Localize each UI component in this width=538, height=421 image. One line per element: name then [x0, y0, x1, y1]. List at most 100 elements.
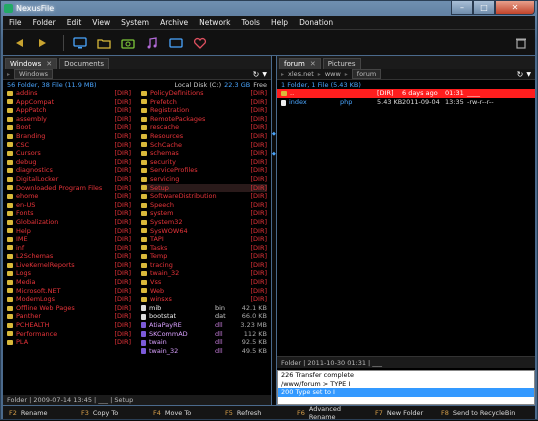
list-item[interactable]: AtiaPayRE dll 3.23 MB: [141, 321, 267, 330]
list-item[interactable]: schemas [DIR]: [141, 149, 267, 158]
list-item[interactable]: inf [DIR]: [7, 244, 131, 253]
maximize-button[interactable]: □: [473, 1, 495, 15]
close-tab-icon[interactable]: ✕: [46, 60, 52, 68]
camera-icon[interactable]: [120, 36, 136, 50]
list-item[interactable]: Web [DIR]: [141, 287, 267, 296]
screen-icon[interactable]: [168, 36, 184, 50]
tab-documents[interactable]: Documents: [59, 58, 110, 69]
list-item[interactable]: Downloaded Program Files [DIR]: [7, 184, 131, 193]
menu-item-file[interactable]: File: [9, 18, 22, 27]
list-item[interactable]: ServiceProfiles [DIR]: [141, 166, 267, 175]
list-item[interactable]: rescache [DIR]: [141, 123, 267, 132]
list-item[interactable]: Microsoft.NET [DIR]: [7, 287, 131, 296]
dropdown-icon[interactable]: ▼: [262, 71, 267, 78]
menu-item-folder[interactable]: Folder: [33, 18, 56, 27]
list-item[interactable]: PolicyDefinitions [DIR]: [141, 89, 267, 98]
tab-forum[interactable]: forum ✕: [279, 58, 321, 69]
list-item[interactable]: Panther [DIR]: [7, 312, 131, 321]
list-item[interactable]: Tasks [DIR]: [141, 244, 267, 253]
tab-windows[interactable]: Windows ✕: [5, 58, 58, 69]
list-item[interactable]: ModemLogs [DIR]: [7, 295, 131, 304]
fkey-f8-button[interactable]: F8 Send to RecycleBin: [435, 409, 525, 417]
list-item[interactable]: Prefetch [DIR]: [141, 98, 267, 107]
list-item[interactable]: twain_32 dll 49.5 KB: [141, 347, 267, 356]
refresh-icon[interactable]: ↻: [253, 70, 260, 79]
dropdown-icon[interactable]: ▼: [526, 71, 531, 78]
list-item[interactable]: Performance [DIR]: [7, 330, 131, 339]
close-tab-icon[interactable]: ✕: [310, 60, 316, 68]
list-item[interactable]: twain dll 92.5 KB: [141, 338, 267, 347]
menu-item-donation[interactable]: Donation: [299, 18, 333, 27]
list-item[interactable]: Branding [DIR]: [7, 132, 131, 141]
list-item[interactable]: Logs [DIR]: [7, 269, 131, 278]
list-item[interactable]: .. [DIR] 6 days ago 01:31 ____: [277, 89, 535, 98]
list-item[interactable]: SKCommAD dll 112 KB: [141, 330, 267, 339]
list-item[interactable]: ehome [DIR]: [7, 192, 131, 201]
list-item[interactable]: Temp [DIR]: [141, 252, 267, 261]
breadcrumb-segment[interactable]: forum: [351, 69, 382, 79]
list-item[interactable]: LiveKernelReports [DIR]: [7, 261, 131, 270]
list-item[interactable]: Help [DIR]: [7, 227, 131, 236]
list-item[interactable]: servicing [DIR]: [141, 175, 267, 184]
list-item[interactable]: Vss [DIR]: [141, 278, 267, 287]
close-button[interactable]: ✕: [495, 1, 535, 15]
list-item[interactable]: RemotePackages [DIR]: [141, 115, 267, 124]
fkey-f5-button[interactable]: F5 Refresh: [219, 409, 291, 417]
list-item[interactable]: Speech [DIR]: [141, 201, 267, 210]
list-item[interactable]: TAPI [DIR]: [141, 235, 267, 244]
list-item[interactable]: Globalization [DIR]: [7, 218, 131, 227]
list-item[interactable]: diagnostics [DIR]: [7, 166, 131, 175]
fkey-f2-button[interactable]: F2 Rename: [3, 409, 75, 417]
menu-item-system[interactable]: System: [121, 18, 149, 27]
fkey-f3-button[interactable]: F3 Copy To: [75, 409, 147, 417]
menu-item-archive[interactable]: Archive: [160, 18, 188, 27]
menu-item-tools[interactable]: Tools: [241, 18, 259, 27]
list-item[interactable]: tracing [DIR]: [141, 261, 267, 270]
list-item[interactable]: SoftwareDistribution [DIR]: [141, 192, 267, 201]
list-item[interactable]: security [DIR]: [141, 158, 267, 167]
list-item[interactable]: Resources [DIR]: [141, 132, 267, 141]
breadcrumb-arrow-icon[interactable]: ▸: [281, 71, 284, 78]
monitor-icon[interactable]: [72, 36, 88, 50]
list-item[interactable]: assembly [DIR]: [7, 115, 131, 124]
list-item[interactable]: AppPatch [DIR]: [7, 106, 131, 115]
music-icon[interactable]: [144, 36, 160, 50]
ftp-log-panel[interactable]: 226 Transfer complete /www/forum > TYPE …: [277, 370, 535, 405]
refresh-icon[interactable]: ↻: [517, 70, 524, 79]
list-item[interactable]: CSC [DIR]: [7, 141, 131, 150]
heart-icon[interactable]: [192, 36, 208, 50]
menu-item-view[interactable]: View: [92, 18, 110, 27]
list-item[interactable]: L2Schemas [DIR]: [7, 252, 131, 261]
list-item[interactable]: Cursors [DIR]: [7, 149, 131, 158]
minimize-button[interactable]: –: [451, 1, 473, 15]
menu-item-edit[interactable]: Edit: [67, 18, 82, 27]
breadcrumb-segment[interactable]: www: [325, 70, 341, 78]
forward-arrow-icon[interactable]: [35, 36, 51, 50]
list-item[interactable]: PLA [DIR]: [7, 338, 131, 347]
menu-item-network[interactable]: Network: [199, 18, 230, 27]
back-arrow-icon[interactable]: [11, 36, 27, 50]
list-item[interactable]: SchCache [DIR]: [141, 141, 267, 150]
list-item[interactable]: SysWOW64 [DIR]: [141, 227, 267, 236]
folder-icon[interactable]: [96, 36, 112, 50]
list-item[interactable]: system [DIR]: [141, 209, 267, 218]
list-item[interactable]: en-US [DIR]: [7, 201, 131, 210]
list-item[interactable]: Offline Web Pages [DIR]: [7, 304, 131, 313]
list-item[interactable]: Fonts [DIR]: [7, 209, 131, 218]
list-item[interactable]: Setup [DIR]: [141, 183, 267, 193]
tab-pictures[interactable]: Pictures: [322, 58, 361, 69]
menu-item-help[interactable]: Help: [271, 18, 288, 27]
list-item[interactable]: AppCompat [DIR]: [7, 98, 131, 107]
list-item[interactable]: Registration [DIR]: [141, 106, 267, 115]
list-item[interactable]: bootstat dat 66.0 KB: [141, 312, 267, 321]
fkey-f6-button[interactable]: F6 Advanced Rename: [291, 405, 369, 421]
list-item[interactable]: System32 [DIR]: [141, 218, 267, 227]
trash-icon[interactable]: [513, 36, 529, 50]
breadcrumb-arrow-icon[interactable]: ▸: [7, 71, 10, 78]
list-item[interactable]: addins [DIR]: [7, 89, 131, 98]
list-item[interactable]: winsxs [DIR]: [141, 295, 267, 304]
breadcrumb-segment[interactable]: Windows: [14, 69, 54, 79]
list-item[interactable]: Boot [DIR]: [7, 123, 131, 132]
breadcrumb-segment[interactable]: xles.net: [288, 70, 314, 78]
list-item[interactable]: debug [DIR]: [7, 158, 131, 167]
